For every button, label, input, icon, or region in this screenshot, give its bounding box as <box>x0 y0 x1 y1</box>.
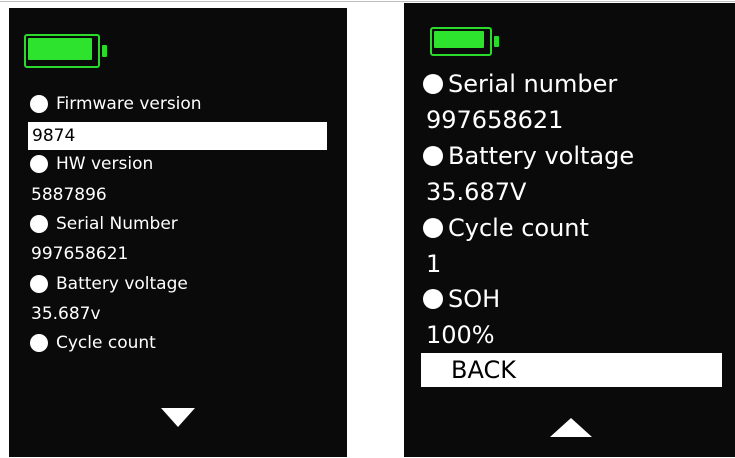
menu-item-value: 9874 <box>32 126 76 146</box>
bullet-icon <box>30 275 48 293</box>
menu-item-serial-number[interactable]: Serial Number <box>30 212 178 236</box>
bullet-icon <box>30 95 48 113</box>
menu-item-hw-version[interactable]: HW version <box>30 152 153 176</box>
menu-item-value: 1 <box>426 250 442 278</box>
menu-item-label: Serial Number <box>56 214 178 234</box>
menu-item-soh[interactable]: SOH <box>423 283 500 315</box>
menu-item-cycle-count[interactable]: Cycle count <box>30 331 156 355</box>
bullet-icon <box>423 74 443 94</box>
menu-item-label: Battery voltage <box>448 142 635 170</box>
back-button-label: BACK <box>451 356 516 384</box>
bullet-icon <box>423 289 443 309</box>
menu-item-value: 5887896 <box>31 185 107 205</box>
menu-item-label: Cycle count <box>56 333 156 353</box>
menu-item-label: Battery voltage <box>56 274 188 294</box>
menu-item-value: 997658621 <box>426 106 564 134</box>
selected-value-firmware-version[interactable]: 9874 <box>28 122 327 150</box>
menu-item-value: 35.687V <box>426 178 527 206</box>
bullet-icon <box>30 334 48 352</box>
menu-item-battery-voltage[interactable]: Battery voltage <box>423 140 634 172</box>
menu-item-value: 35.687v <box>31 304 101 324</box>
arrow-down-icon[interactable] <box>161 408 195 427</box>
device-screen-left: Firmware version 9874 HW version 5887896… <box>9 8 347 457</box>
menu-item-label: SOH <box>448 285 501 313</box>
menu-item-firmware-version[interactable]: Firmware version <box>30 92 202 116</box>
menu-item-label: Firmware version <box>56 94 202 114</box>
back-button[interactable]: BACK <box>421 353 722 387</box>
menu-item-label: Cycle count <box>448 214 589 242</box>
top-divider <box>0 1 735 2</box>
bullet-icon <box>30 155 48 173</box>
menu-item-value: 997658621 <box>31 244 129 264</box>
arrow-up-icon[interactable] <box>550 418 592 437</box>
menu-item-serial-number[interactable]: Serial number <box>423 68 617 100</box>
menu-item-label: Serial number <box>448 70 618 98</box>
battery-full-icon <box>24 34 108 68</box>
bullet-icon <box>30 215 48 233</box>
menu-item-cycle-count[interactable]: Cycle count <box>423 212 589 244</box>
battery-full-icon <box>430 27 500 56</box>
device-screen-right: Serial number 997658621 Battery voltage … <box>404 3 735 457</box>
menu-item-battery-voltage[interactable]: Battery voltage <box>30 272 188 296</box>
menu-item-label: HW version <box>56 154 154 174</box>
menu-item-value: 100% <box>426 321 495 349</box>
bullet-icon <box>423 146 443 166</box>
bullet-icon <box>423 218 443 238</box>
